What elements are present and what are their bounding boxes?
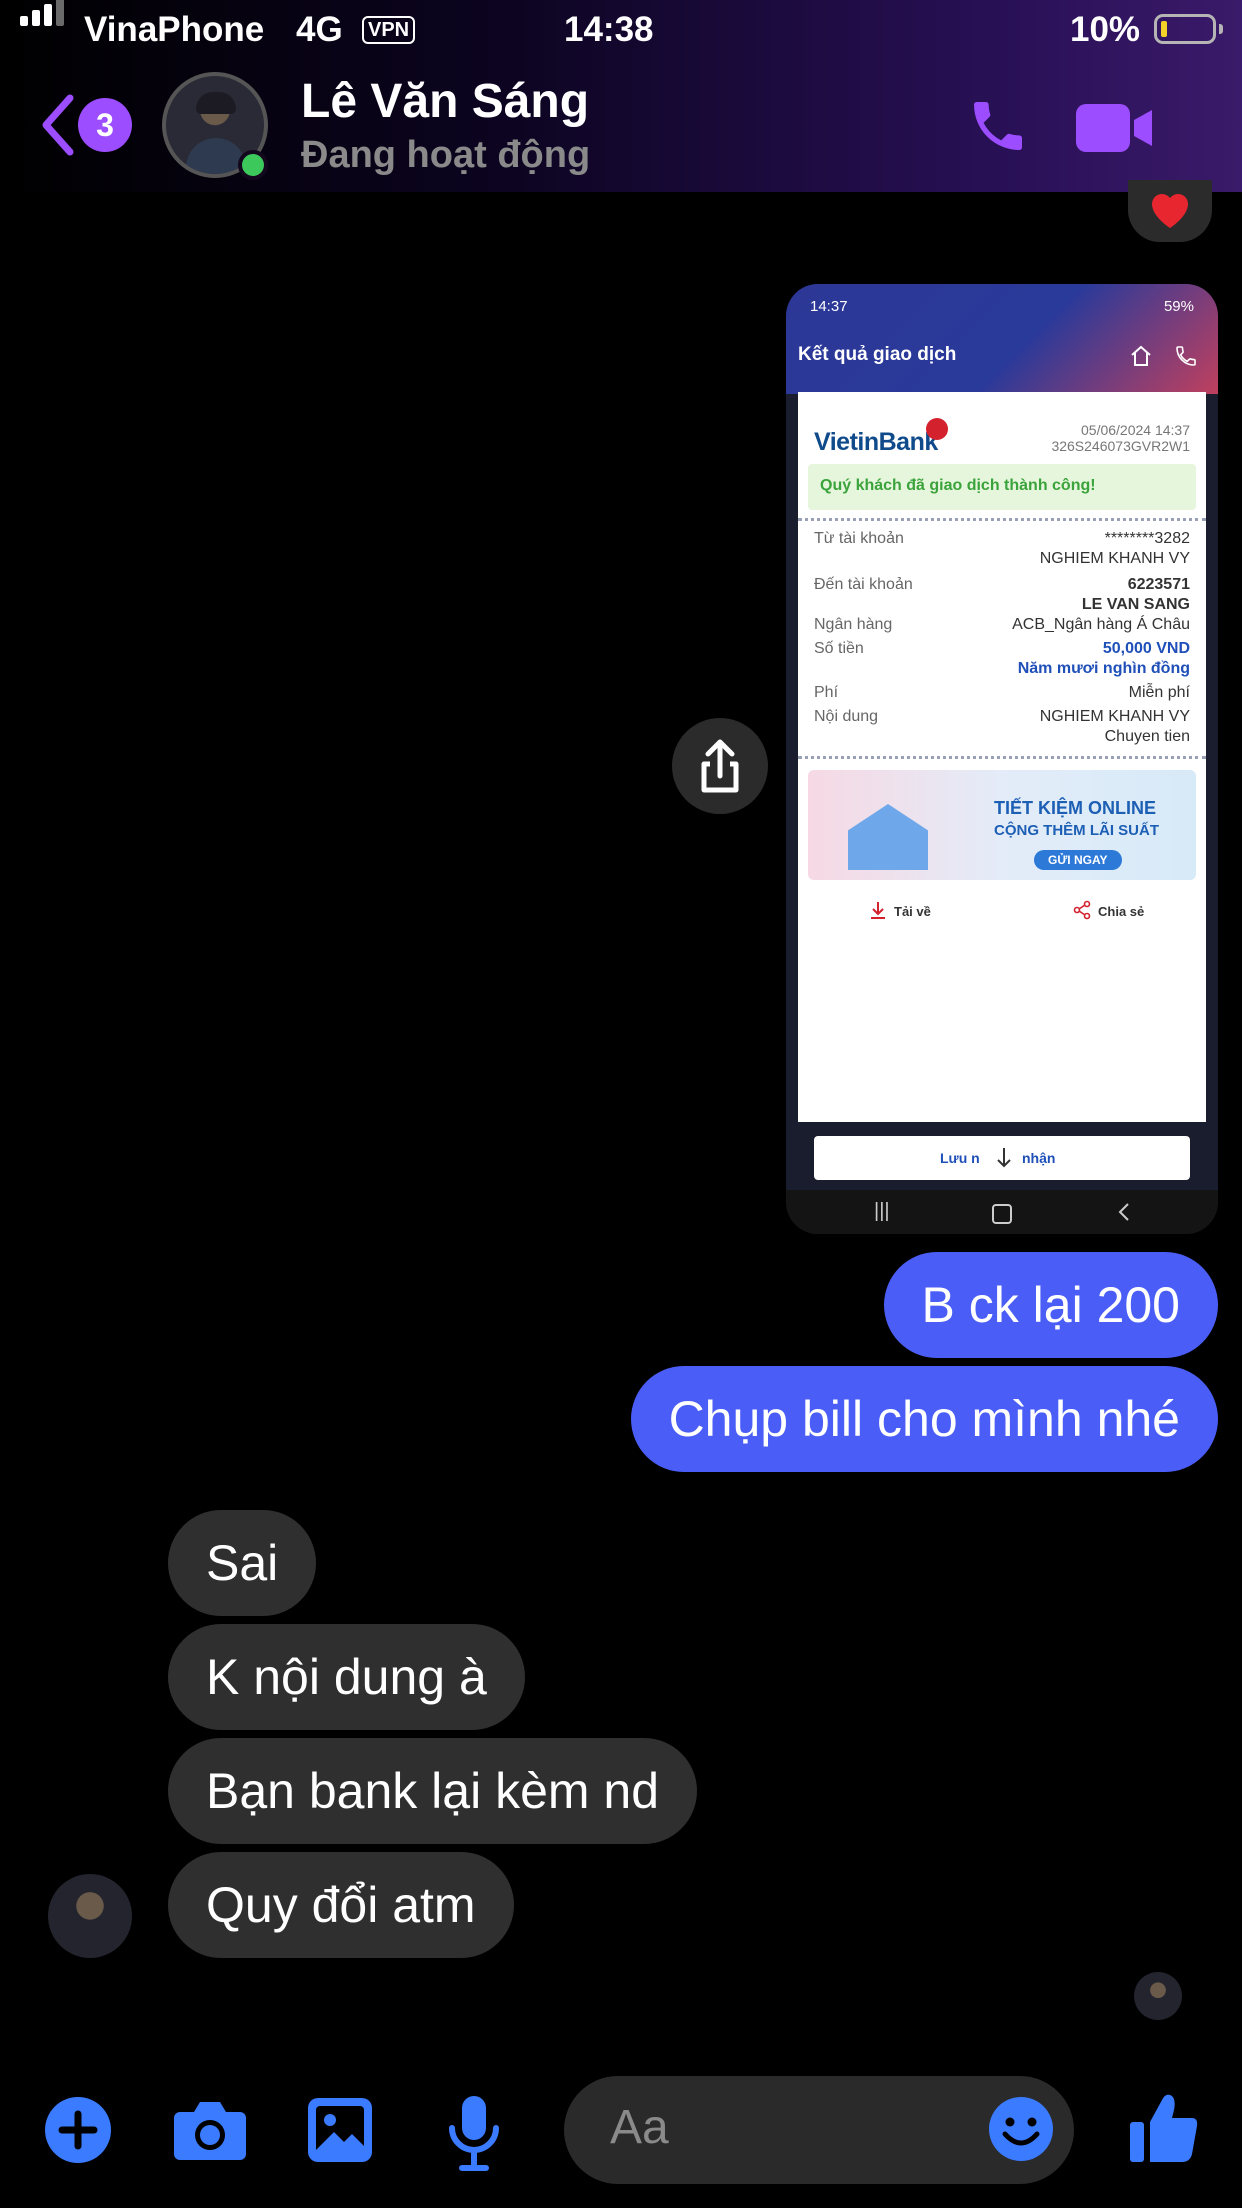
amount-value: 50,000 VND [1102,640,1190,657]
unread-badge: 3 [78,98,132,152]
to-account-number: 6223571 [1127,576,1190,593]
plus-icon [45,2097,111,2163]
add-button[interactable] [44,2096,112,2164]
contact-status: Đang hoạt động [301,134,591,176]
voice-message-button[interactable] [446,2094,502,2172]
heart-reaction[interactable] [1128,180,1212,242]
to-account-name: LE VAN SANG [1081,596,1190,613]
android-nav-bar: ||| [786,1190,1218,1234]
download-icon [871,902,885,919]
sender-avatar[interactable] [48,1874,132,1958]
contact-name[interactable]: Lê Văn Sáng [301,74,589,129]
from-account-name: NGHIEM KHANH VY [1039,550,1190,567]
bank-value: ACB_Ngân hàng Á Châu [1012,616,1190,633]
video-call-button[interactable] [1074,100,1154,156]
signal-icon [20,0,68,44]
content-line-2: Chuyen tien [1104,728,1190,745]
bank-header-background [786,284,1218,394]
status-time: 14:38 [564,10,654,49]
battery-icon [1154,14,1216,44]
image-icon [308,2098,372,2162]
seen-receipt-avatar [1134,1972,1182,2020]
content-label: Nội dung [814,708,879,725]
home-button-icon [992,1204,1012,1224]
shot-status-time: 14:37 [810,298,848,315]
home-icon [1131,345,1151,366]
phone-icon [974,102,1022,150]
carrier-name: VinaPhone [84,10,265,49]
microphone-icon [449,2096,499,2171]
received-message[interactable]: Bạn bank lại kèm nd [168,1738,698,1844]
voice-call-button[interactable] [966,94,1030,158]
share-nodes-icon [1073,900,1091,920]
received-message[interactable]: Quy đổi atm [168,1852,514,1958]
emoji-button[interactable] [988,2096,1054,2162]
promo-line-2: CỘNG THÊM LÃI SUẤT [994,822,1159,839]
from-account-label: Từ tài khoản [814,530,904,547]
shot-status-battery: 59% [1163,298,1194,315]
share-icon [701,739,739,793]
received-message[interactable]: K nội dung à [168,1624,525,1730]
vpn-badge: VPN [362,16,416,44]
promo-banner: TIẾT KIỆM ONLINE CỘNG THÊM LÃI SUẤT GỬI … [808,770,1196,880]
amount-label: Số tiền [814,640,864,657]
smiley-icon [989,2097,1053,2161]
content-line-1: NGHIEM KHANH VY [1039,708,1190,725]
online-indicator [238,150,268,180]
camera-button[interactable] [172,2098,248,2162]
thumbs-up-icon [1130,2094,1198,2162]
camera-icon [174,2102,246,2160]
like-button[interactable] [1128,2090,1200,2164]
from-account-number: ********3282 [1104,530,1190,547]
transaction-id: 326S246073GVR2W1 [1051,438,1190,454]
share-button[interactable] [672,718,768,814]
house-illustration [848,804,928,870]
gallery-button[interactable] [306,2096,374,2164]
bank-logo: VietinBank [814,428,938,456]
save-receipt-button: Lưu n nhận [814,1136,1190,1180]
sent-message[interactable]: Chụp bill cho mình nhé [630,1366,1218,1472]
transaction-result-title: Kết quả giao dịch [798,344,957,365]
success-message: Quý khách đã giao dịch thành công! [820,477,1096,494]
message-input-placeholder: Aa [610,2101,669,2154]
back-icon [1118,1203,1129,1221]
shared-image[interactable]: 14:37 59% Kết quả giao dịch VietinBank 0… [786,284,1218,1234]
bank-logo-mark [926,418,948,440]
sent-message[interactable]: B ck lại 200 [883,1252,1218,1358]
bank-label: Ngân hàng [814,616,893,633]
phone-icon [1176,346,1196,366]
chevron-left-icon [42,94,74,156]
save-button-label-tail: nhận [1022,1150,1056,1166]
success-banner: Quý khách đã giao dịch thành công! [808,464,1196,510]
video-camera-icon [1076,104,1152,152]
received-message[interactable]: Sai [168,1510,317,1616]
network-type: 4G [296,10,343,49]
fee-value: Miễn phí [1128,684,1190,701]
amount-words: Năm mươi nghìn đồng [1017,660,1190,677]
recents-icon: ||| [874,1200,890,1222]
arrow-down-icon [997,1148,1011,1168]
promo-button: GỬI NGAY [1034,850,1122,870]
receipt-card: VietinBank 05/06/2024 14:37 326S246073GV… [798,392,1206,1122]
heart-icon [1152,194,1188,228]
transaction-datetime: 05/06/2024 14:37 [1081,422,1190,438]
battery-nub [1219,24,1223,34]
status-bar: VinaPhone 4G VPN 14:38 10% [0,0,1242,62]
fee-label: Phí [814,684,839,701]
promo-line-1: TIẾT KIỆM ONLINE [994,798,1156,818]
share-link: Chia sẻ [1098,904,1145,919]
save-button-label: Lưu n [940,1150,980,1166]
to-account-label: Đến tài khoản [814,576,913,593]
battery-percent: 10% [1070,10,1141,49]
download-link: Tải về [894,904,931,919]
